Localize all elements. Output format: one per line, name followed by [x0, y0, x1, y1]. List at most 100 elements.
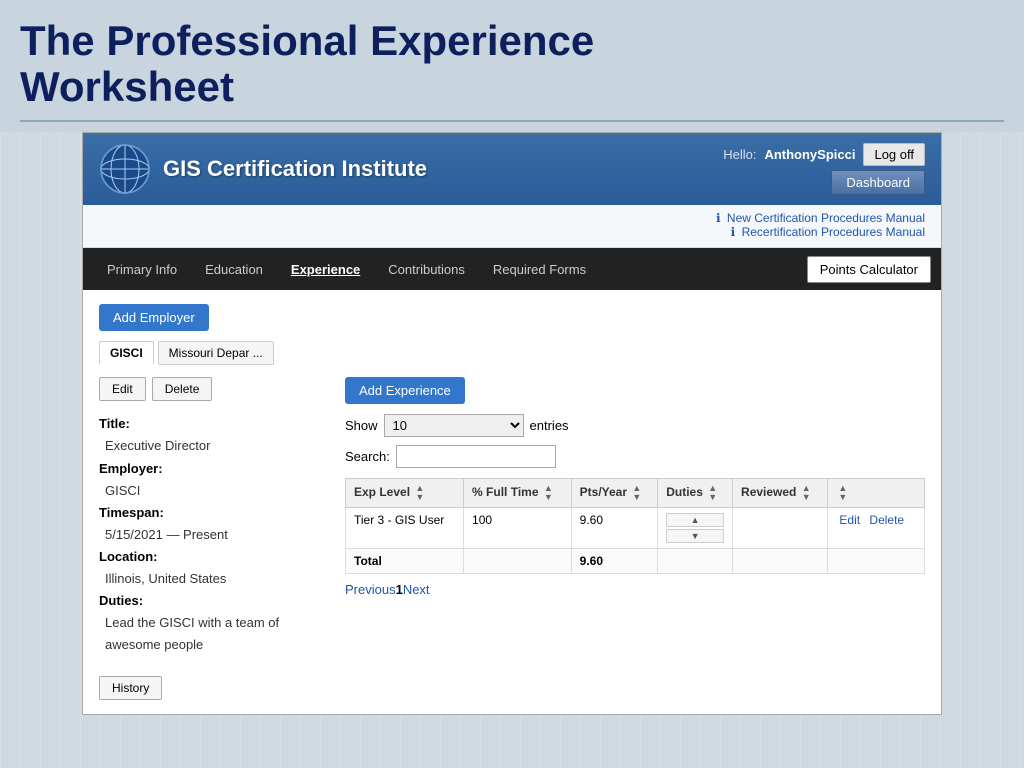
- employer-label: Employer:: [99, 461, 163, 476]
- col-pct-full-time: % Full Time ▲ ▼: [464, 479, 572, 508]
- employer-tab-gisci[interactable]: GISCI: [99, 341, 154, 365]
- duties-value: Lead the GISCI with a team of awesome pe…: [99, 612, 329, 656]
- total-blank-3: [733, 549, 828, 574]
- tab-experience[interactable]: Experience: [277, 252, 374, 287]
- entries-label: entries: [530, 418, 569, 433]
- page-title: The Professional Experience Worksheet: [20, 18, 1004, 110]
- next-link[interactable]: Next: [403, 582, 430, 597]
- edit-button[interactable]: Edit: [99, 377, 146, 401]
- nav-tabs: Primary Info Education Experience Contri…: [93, 252, 807, 287]
- col-exp-level: Exp Level ▲ ▼: [346, 479, 464, 508]
- sort-down[interactable]: ▼: [632, 493, 641, 502]
- sort-down[interactable]: ▼: [802, 493, 811, 502]
- show-entries-row: Show 10 25 50 100 entries: [345, 414, 925, 437]
- total-blank-2: [658, 549, 733, 574]
- username-text: AnthonySpicci: [764, 147, 855, 162]
- table-header-row: Exp Level ▲ ▼ % Full Time ▲ ▼: [346, 479, 925, 508]
- total-blank-4: [828, 549, 925, 574]
- recert-link[interactable]: ℹ Recertification Procedures Manual: [99, 225, 925, 239]
- col-duties: Duties ▲ ▼: [658, 479, 733, 508]
- title-value: Executive Director: [99, 435, 329, 457]
- duty-up-button[interactable]: ▲: [666, 513, 724, 527]
- sort-pct[interactable]: ▲ ▼: [544, 484, 553, 502]
- cell-duties: ▲ ▼: [658, 508, 733, 549]
- dashboard-button[interactable]: Dashboard: [831, 170, 925, 195]
- col-pts-year: Pts/Year ▲ ▼: [571, 479, 658, 508]
- header-left: GIS Certification Institute: [99, 143, 427, 195]
- right-column: Add Experience Show 10 25 50 100 entries…: [345, 377, 925, 700]
- points-calculator-button[interactable]: Points Calculator: [807, 256, 931, 283]
- logoff-button[interactable]: Log off: [863, 143, 925, 166]
- total-blank-1: [464, 549, 572, 574]
- table-row: Tier 3 - GIS User 100 9.60 ▲ ▼: [346, 508, 925, 549]
- cell-exp-level: Tier 3 - GIS User: [346, 508, 464, 549]
- row-delete-button[interactable]: Delete: [866, 513, 907, 527]
- sort-reviewed[interactable]: ▲ ▼: [802, 484, 811, 502]
- history-button[interactable]: History: [99, 676, 162, 700]
- employer-tabs: GISCI Missouri Depar ...: [99, 341, 925, 365]
- current-page: 1: [396, 582, 403, 597]
- cell-pct-full-time: 100: [464, 508, 572, 549]
- search-input[interactable]: [396, 445, 556, 468]
- info-icon-1: ℹ: [716, 211, 721, 225]
- timespan-label: Timespan:: [99, 505, 164, 520]
- sort-duties[interactable]: ▲ ▼: [708, 484, 717, 502]
- two-column-layout: Edit Delete Title: Executive Director Em…: [99, 377, 925, 700]
- header-right: Hello: AnthonySpicci Log off Dashboard: [723, 143, 925, 195]
- sort-down[interactable]: ▼: [838, 493, 847, 502]
- header-bar: GIS Certification Institute Hello: Antho…: [83, 133, 941, 205]
- nav-bar: Primary Info Education Experience Contri…: [83, 248, 941, 290]
- user-row: Hello: AnthonySpicci Log off: [723, 143, 925, 166]
- employer-row: Employer:: [99, 458, 329, 480]
- table-total-row: Total 9.60: [346, 549, 925, 574]
- info-section: Title: Executive Director Employer: GISC…: [99, 413, 329, 656]
- cell-reviewed: [733, 508, 828, 549]
- title-label: Title:: [99, 416, 130, 431]
- col-reviewed: Reviewed ▲ ▼: [733, 479, 828, 508]
- sort-exp-level[interactable]: ▲ ▼: [415, 484, 424, 502]
- sort-actions[interactable]: ▲ ▼: [838, 484, 847, 502]
- timespan-value: 5/15/2021 — Present: [99, 524, 329, 546]
- duties-row: Duties:: [99, 590, 329, 612]
- search-label: Search:: [345, 449, 390, 464]
- delete-button[interactable]: Delete: [152, 377, 213, 401]
- row-edit-button[interactable]: Edit: [836, 513, 863, 527]
- total-label: Total: [346, 549, 464, 574]
- tab-contributions[interactable]: Contributions: [374, 252, 479, 287]
- show-label: Show: [345, 418, 378, 433]
- globe-logo: [99, 143, 151, 195]
- employer-tab-missouri[interactable]: Missouri Depar ...: [158, 341, 274, 365]
- duty-down-button[interactable]: ▼: [666, 529, 724, 543]
- title-divider: [20, 120, 1004, 122]
- title-row: Title:: [99, 413, 329, 435]
- previous-link[interactable]: Previous: [345, 582, 396, 597]
- sort-down[interactable]: ▼: [415, 493, 424, 502]
- total-pts: 9.60: [571, 549, 658, 574]
- add-experience-button[interactable]: Add Experience: [345, 377, 465, 404]
- hello-text: Hello:: [723, 147, 756, 162]
- info-icon-2: ℹ: [731, 225, 736, 239]
- entries-select[interactable]: 10 25 50 100: [384, 414, 524, 437]
- tab-education[interactable]: Education: [191, 252, 277, 287]
- timespan-row: Timespan:: [99, 502, 329, 524]
- pagination: Previous1Next: [345, 582, 925, 597]
- cell-pts-year: 9.60: [571, 508, 658, 549]
- location-value: Illinois, United States: [99, 568, 329, 590]
- content-area: Add Employer GISCI Missouri Depar ... Ed…: [83, 290, 941, 714]
- add-employer-button[interactable]: Add Employer: [99, 304, 209, 331]
- sort-down[interactable]: ▼: [544, 493, 553, 502]
- tab-required-forms[interactable]: Required Forms: [479, 252, 600, 287]
- sort-pts[interactable]: ▲ ▼: [632, 484, 641, 502]
- location-row: Location:: [99, 546, 329, 568]
- duties-label: Duties:: [99, 593, 143, 608]
- sort-down[interactable]: ▼: [708, 493, 717, 502]
- experience-table: Exp Level ▲ ▼ % Full Time ▲ ▼: [345, 478, 925, 574]
- action-buttons: Edit Delete: [99, 377, 329, 401]
- location-label: Location:: [99, 549, 158, 564]
- tab-primary-info[interactable]: Primary Info: [93, 252, 191, 287]
- main-container: GIS Certification Institute Hello: Antho…: [82, 132, 942, 715]
- cell-row-actions: Edit Delete: [828, 508, 925, 549]
- col-actions: ▲ ▼: [828, 479, 925, 508]
- links-area: ℹ New Certification Procedures Manual ℹ …: [83, 205, 941, 248]
- new-cert-link[interactable]: ℹ New Certification Procedures Manual: [99, 211, 925, 225]
